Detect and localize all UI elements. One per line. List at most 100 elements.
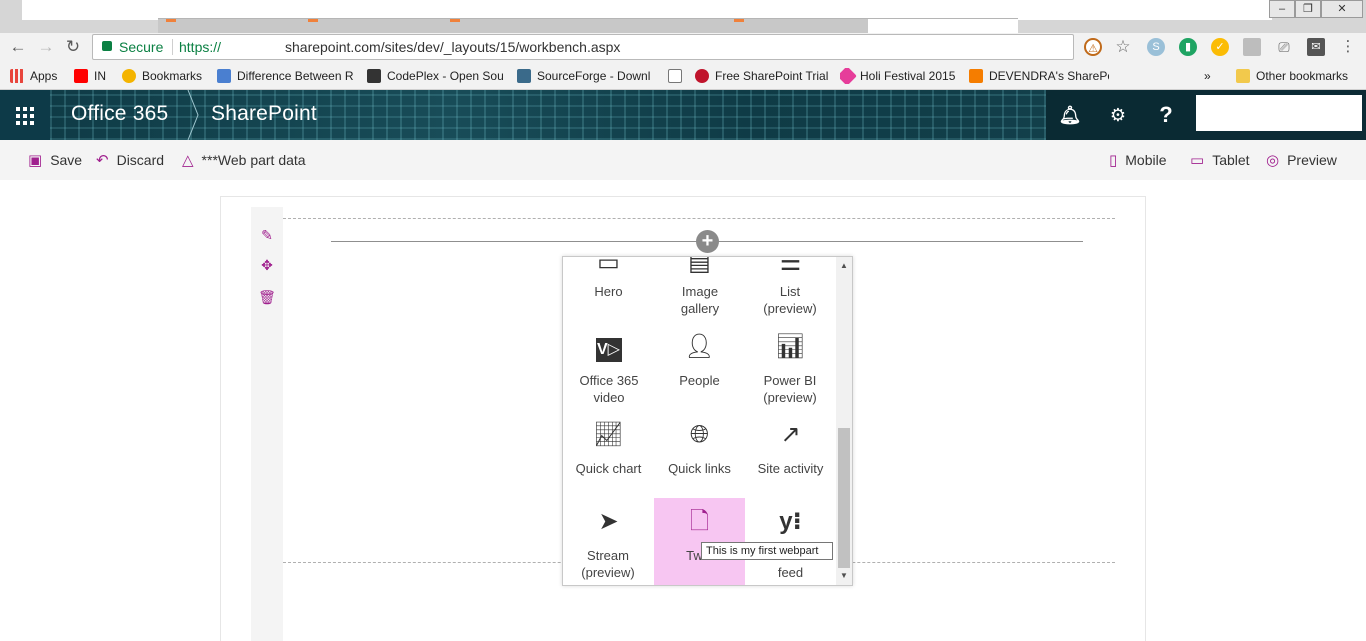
restore-icon[interactable]: ❐ bbox=[1295, 0, 1321, 18]
star-icon[interactable]: ☆ bbox=[1114, 38, 1132, 56]
suite-search-box[interactable] bbox=[1196, 95, 1362, 131]
scroll-down-arrow-icon[interactable]: ▼ bbox=[836, 569, 852, 583]
scroll-up-arrow-icon[interactable]: ▲ bbox=[836, 259, 852, 273]
office365-title[interactable]: Office 365 bbox=[71, 102, 168, 126]
skype-icon[interactable]: S bbox=[1147, 38, 1165, 56]
section-toolbar: ✎ ✥ 🗑︎ bbox=[251, 207, 283, 641]
command-bar: ▣ Save ↶ Discard △ ***Web part data ▯ Mobile… bbox=[0, 140, 1366, 180]
blogger-icon bbox=[969, 69, 983, 83]
extension-icon[interactable]: ✓ bbox=[1211, 38, 1229, 56]
reload-icon[interactable]: ↻ bbox=[63, 37, 83, 57]
browser-tab[interactable] bbox=[300, 18, 450, 33]
bookmarks-bar: Apps IN Bookmarks Difference Between R C… bbox=[0, 62, 1366, 90]
tablet-preview-button[interactable]: ▭ Tablet bbox=[1190, 140, 1250, 180]
warning-triangle-icon: △ bbox=[182, 152, 194, 169]
mobile-preview-button[interactable]: ▯ Mobile bbox=[1109, 140, 1167, 180]
save-icon: ▣ bbox=[28, 152, 43, 169]
eye-icon: ◎ bbox=[1266, 152, 1280, 169]
toolbox-tile-hero[interactable]: ▭ Hero bbox=[563, 257, 654, 325]
toolbox-tile-office365-video[interactable]: V▷ Office 365 video bbox=[563, 325, 654, 413]
close-window-icon[interactable]: ✕ bbox=[1321, 0, 1363, 18]
yammer-icon: y⁝ bbox=[779, 508, 802, 535]
suite-divider bbox=[187, 90, 199, 140]
address-bar[interactable]: Secure https:// sharepoint.com/sites/dev… bbox=[92, 34, 1074, 60]
stream-icon: ➤ bbox=[598, 508, 619, 535]
star-icon bbox=[122, 69, 136, 83]
help-button[interactable]: ? bbox=[1142, 90, 1190, 140]
browser-tab[interactable] bbox=[584, 18, 734, 33]
toolbox-tile-people[interactable]: 👤︎ People bbox=[654, 325, 745, 413]
add-webpart-button[interactable]: + bbox=[696, 230, 719, 253]
sourceforge-icon bbox=[517, 69, 531, 83]
scrollbar-thumb[interactable] bbox=[838, 428, 850, 568]
browser-toolbar: ← → ↻ Secure https:// sharepoint.com/sit… bbox=[0, 33, 1366, 62]
document-icon: 🗋︎ bbox=[689, 508, 710, 535]
toolbox-tile-list[interactable]: ☰ List (preview) bbox=[745, 256, 836, 325]
discard-button[interactable]: ↶ Discard bbox=[96, 140, 164, 180]
bookmark-item[interactable]: IN bbox=[74, 68, 106, 84]
extension-icon[interactable]: ▮ bbox=[1179, 38, 1197, 56]
edit-section-icon[interactable]: ✎ bbox=[251, 223, 283, 247]
gear-icon[interactable]: ⚙ bbox=[1094, 90, 1142, 140]
apps-grid-icon bbox=[10, 69, 24, 83]
forward-icon[interactable]: → bbox=[36, 37, 56, 57]
url-protocol: https:// bbox=[179, 39, 222, 55]
secure-label: Secure bbox=[119, 39, 164, 55]
toolbox-tile-quick-links[interactable]: 🌐︎ Quick links bbox=[654, 413, 745, 501]
webpart-toolbox: ▭ Hero ▤ Image gallery ☰ List (preview) … bbox=[562, 256, 853, 586]
bookmark-item[interactable]: SourceForge - Downl bbox=[517, 68, 653, 84]
page-icon bbox=[668, 69, 682, 83]
extension-icon[interactable]: ⚠ bbox=[1084, 38, 1102, 56]
bookmark-item[interactable] bbox=[668, 68, 684, 84]
bookmark-item[interactable]: DEVENDRA's SharePo bbox=[969, 68, 1109, 84]
bookmark-item[interactable]: Free SharePoint Trial bbox=[695, 68, 828, 84]
toolbox-tile-quick-chart[interactable]: 📈︎ Quick chart bbox=[563, 413, 654, 501]
browser-tab[interactable] bbox=[158, 18, 308, 33]
bell-icon[interactable]: 🔔︎ bbox=[1046, 90, 1094, 140]
bookmark-item[interactable]: Other bookmarks bbox=[1236, 68, 1348, 84]
save-button[interactable]: ▣ Save bbox=[28, 140, 82, 180]
extension-icon[interactable]: ✉ bbox=[1307, 38, 1325, 56]
undo-icon: ↶ bbox=[96, 152, 109, 169]
people-icon: 👤︎ bbox=[684, 333, 715, 360]
menu-icon[interactable]: ⋮ bbox=[1339, 38, 1357, 56]
app-launcher-icon[interactable] bbox=[0, 90, 50, 140]
extension-icon[interactable] bbox=[1243, 38, 1261, 56]
back-icon[interactable]: ← bbox=[8, 37, 28, 57]
browser-tabstrip: – ❐ ✕ bbox=[0, 0, 1366, 33]
browser-tab[interactable] bbox=[442, 18, 592, 33]
chart-icon: 📈︎ bbox=[593, 421, 624, 448]
preview-button[interactable]: ◎ Preview bbox=[1266, 140, 1337, 180]
list-icon: ☰ bbox=[779, 256, 802, 276]
move-section-icon[interactable]: ✥ bbox=[251, 253, 283, 277]
trend-icon: ↗ bbox=[780, 421, 801, 448]
bookmark-item[interactable]: Difference Between R bbox=[217, 68, 355, 84]
bookmark-item[interactable]: Apps bbox=[10, 68, 57, 84]
lock-icon bbox=[102, 41, 112, 51]
cast-icon[interactable]: ⎚ bbox=[1275, 38, 1293, 56]
bookmarks-overflow-button[interactable]: » bbox=[1204, 68, 1211, 84]
holi-icon bbox=[840, 68, 857, 84]
webpart-tooltip: This is my first webpart bbox=[701, 542, 833, 560]
delete-section-icon[interactable]: 🗑︎ bbox=[251, 285, 283, 309]
codeplex-icon bbox=[367, 69, 381, 83]
toolbox-tile-image-gallery[interactable]: ▤ Image gallery bbox=[654, 257, 745, 325]
mobile-icon: ▯ bbox=[1109, 152, 1118, 169]
video-icon: V▷ bbox=[563, 331, 654, 363]
tablet-icon: ▭ bbox=[1190, 152, 1205, 169]
active-tab[interactable] bbox=[22, 0, 1272, 20]
toolbox-tile-power-bi[interactable]: 📊︎ Power BI (preview) bbox=[745, 325, 836, 413]
toolbox-scrollbar[interactable]: ▲ ▼ bbox=[836, 257, 852, 585]
bookmark-item[interactable]: Holi Festival 2015 bbox=[840, 68, 955, 84]
folder-icon bbox=[1236, 69, 1250, 83]
minimize-icon[interactable]: – bbox=[1269, 0, 1295, 18]
browser-tab[interactable] bbox=[726, 18, 876, 33]
toolbox-tile-stream[interactable]: ➤ Stream (preview) bbox=[563, 498, 654, 585]
bookmark-item[interactable]: CodePlex - Open Sou bbox=[367, 68, 505, 84]
section-border-top bbox=[283, 218, 1115, 219]
sharepoint-title[interactable]: SharePoint bbox=[211, 102, 317, 126]
webpart-data-button[interactable]: △ ***Web part data bbox=[182, 140, 306, 180]
toolbox-tile-site-activity[interactable]: ↗ Site activity bbox=[745, 413, 836, 501]
browser-tab[interactable] bbox=[868, 18, 1018, 33]
bookmark-item[interactable]: Bookmarks bbox=[122, 68, 202, 84]
